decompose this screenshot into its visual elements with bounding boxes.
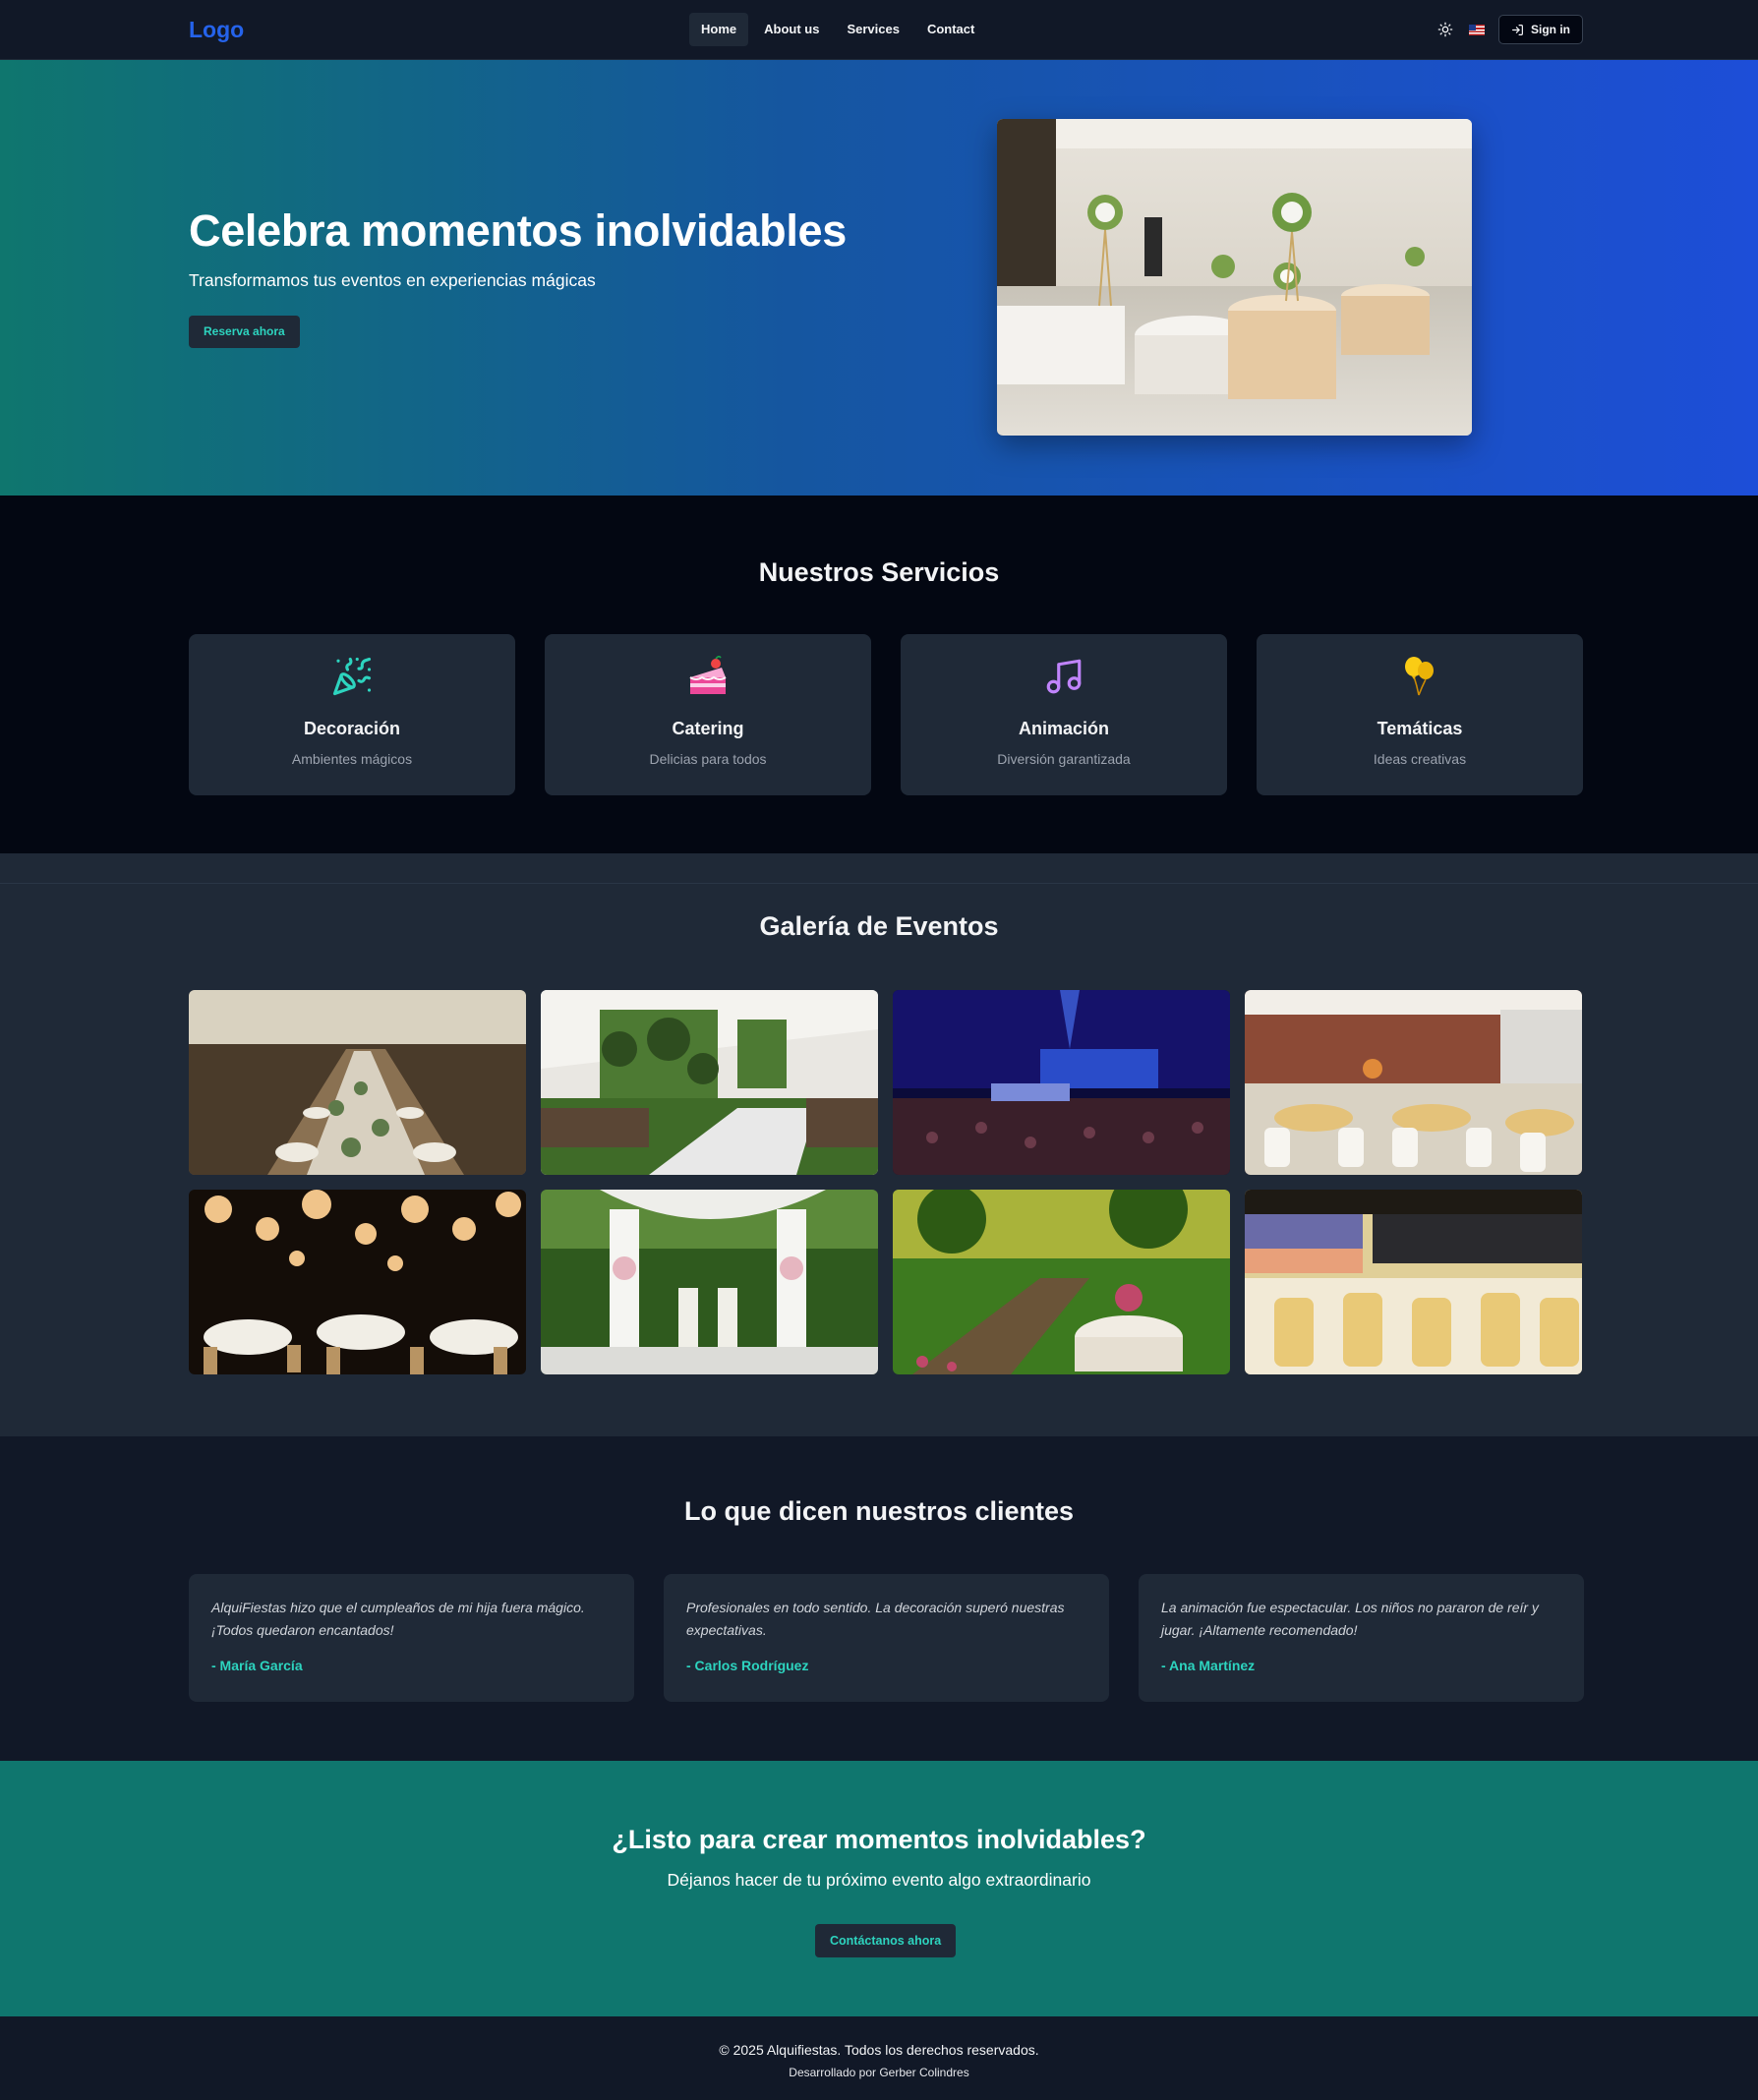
gallery-image[interactable]: [893, 990, 1230, 1175]
nav-link-contact[interactable]: Contact: [915, 13, 986, 46]
gallery-grid: [189, 990, 1582, 1374]
party-popper-icon: [189, 656, 515, 697]
nav-links: Home About us Services Contact: [689, 13, 986, 46]
hero-image: [997, 119, 1472, 436]
nav-actions: Sign in: [1436, 15, 1583, 44]
testimonial-quote: AlquiFiestas hizo que el cumpleaños de m…: [211, 1600, 585, 1638]
hero-subtitle: Transformamos tus eventos en experiencia…: [189, 270, 596, 290]
testimonial-author: - María García: [211, 1658, 303, 1673]
reserve-button[interactable]: Reserva ahora: [189, 316, 300, 348]
service-title: Catering: [672, 719, 744, 738]
sign-in-button[interactable]: Sign in: [1498, 15, 1583, 44]
service-subtitle: Ideas creativas: [1373, 751, 1467, 767]
services-section: Nuestros Servicios Decoración Ambientes …: [0, 496, 1758, 853]
contact-button[interactable]: Contáctanos ahora: [815, 1924, 957, 1957]
footer: © 2025 Alquifiestas. Todos los derechos …: [0, 2016, 1758, 2100]
footer-copyright: © 2025 Alquifiestas. Todos los derechos …: [719, 2042, 1039, 2058]
balloons-icon: [1257, 656, 1583, 697]
testimonials-section: Lo que dicen nuestros clientes AlquiFies…: [0, 1436, 1758, 1761]
service-subtitle: Delicias para todos: [649, 751, 767, 767]
cta-subtitle: Déjanos hacer de tu próximo evento algo …: [667, 1870, 1091, 1890]
gallery-image[interactable]: [541, 1190, 878, 1374]
cta-title: ¿Listo para crear momentos inolvidables?: [612, 1825, 1146, 1854]
testimonial-card: La animación fue espectacular. Los niños…: [1139, 1574, 1584, 1702]
testimonial-quote: Profesionales en todo sentido. La decora…: [686, 1600, 1065, 1638]
gallery-image[interactable]: [189, 1190, 526, 1374]
testimonials-title: Lo que dicen nuestros clientes: [683, 1496, 1075, 1526]
nav-link-services[interactable]: Services: [835, 13, 911, 46]
service-card-catering[interactable]: Catering Delicias para todos: [545, 634, 871, 795]
footer-developer: Desarrollado por Gerber Colindres: [789, 2066, 969, 2079]
hero-title: Celebra momentos inolvidables: [189, 205, 847, 256]
service-subtitle: Ambientes mágicos: [291, 751, 413, 767]
section-divider: [0, 883, 1758, 884]
service-subtitle: Diversión garantizada: [997, 751, 1131, 767]
service-card-animacion[interactable]: Animación Diversión garantizada: [901, 634, 1227, 795]
service-card-tematicas[interactable]: Temáticas Ideas creativas: [1257, 634, 1583, 795]
service-title: Animación: [1018, 719, 1109, 738]
service-title: Temáticas: [1377, 719, 1463, 738]
cake-slice-icon: [545, 656, 871, 697]
music-note-icon: [901, 656, 1227, 697]
us-flag-icon[interactable]: [1469, 24, 1485, 35]
testimonial-card: Profesionales en todo sentido. La decora…: [664, 1574, 1109, 1702]
testimonial-author: - Carlos Rodríguez: [686, 1658, 809, 1673]
sign-in-icon: [1512, 24, 1523, 35]
sun-icon[interactable]: [1436, 20, 1455, 39]
services-title: Nuestros Servicios: [758, 557, 1000, 587]
service-title: Decoración: [303, 719, 401, 738]
gallery-title: Galería de Eventos: [759, 911, 999, 941]
cta-section: ¿Listo para crear momentos inolvidables?…: [0, 1761, 1758, 2016]
gallery-image[interactable]: [541, 990, 878, 1175]
gallery-image[interactable]: [189, 990, 526, 1175]
gallery-image[interactable]: [1245, 1190, 1582, 1374]
logo[interactable]: Logo: [189, 17, 244, 43]
testimonial-quote: La animación fue espectacular. Los niños…: [1161, 1600, 1539, 1638]
gallery-image[interactable]: [893, 1190, 1230, 1374]
sign-in-label: Sign in: [1531, 23, 1570, 36]
nav-link-about[interactable]: About us: [752, 13, 831, 46]
testimonial-author: - Ana Martínez: [1161, 1658, 1256, 1673]
top-navbar: Logo Home About us Services Contact Sign…: [0, 0, 1758, 60]
service-card-decoracion[interactable]: Decoración Ambientes mágicos: [189, 634, 515, 795]
hero-section: Celebra momentos inolvidables Transforma…: [0, 60, 1758, 496]
gallery-image[interactable]: [1245, 990, 1582, 1175]
gallery-section: Galería de Eventos: [0, 853, 1758, 1436]
nav-link-home[interactable]: Home: [689, 13, 749, 46]
testimonial-card: AlquiFiestas hizo que el cumpleaños de m…: [189, 1574, 634, 1702]
